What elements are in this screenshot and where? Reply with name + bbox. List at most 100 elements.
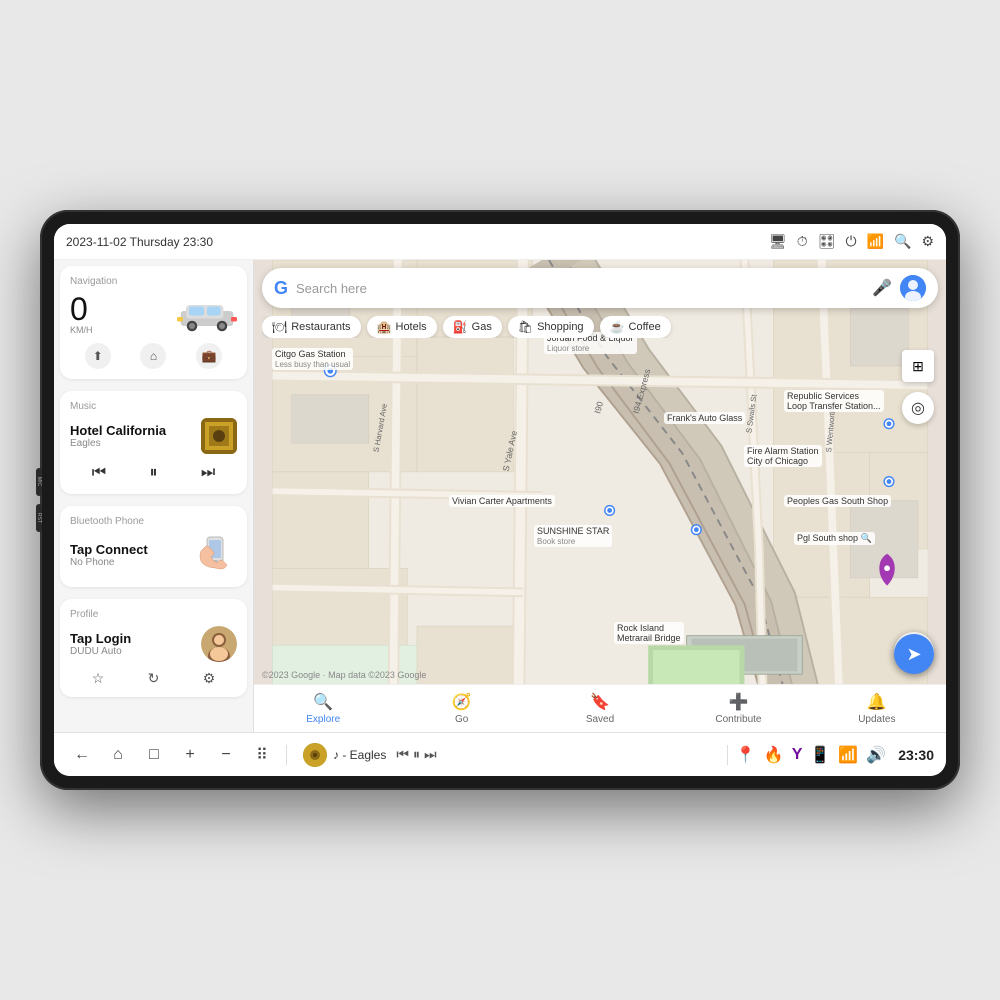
compass[interactable]: ◎ bbox=[902, 392, 934, 424]
prev-button[interactable]: ⏮ bbox=[86, 462, 112, 484]
android-auto-icon[interactable]: 📱 bbox=[810, 745, 830, 765]
star-button[interactable]: ☆ bbox=[92, 670, 105, 687]
taskbar-status: 📍 🔥 Y 📱 📶 🔊 23:30 bbox=[736, 745, 934, 765]
back-icon: ← bbox=[74, 746, 90, 764]
time-icon: ⏱ bbox=[797, 233, 808, 250]
add-button[interactable]: + bbox=[174, 739, 206, 771]
gas-label: Gas bbox=[472, 321, 492, 333]
updates-tab[interactable]: 🔔 Updates bbox=[808, 692, 946, 725]
contribute-tab[interactable]: ➕ Contribute bbox=[669, 692, 807, 725]
music-body: Hotel California Eagles bbox=[70, 418, 237, 454]
speed-display: 0 bbox=[70, 293, 93, 325]
power-icon: ⏻ bbox=[845, 233, 856, 250]
recents-button[interactable]: □ bbox=[138, 739, 170, 771]
separator-2 bbox=[727, 745, 728, 765]
datetime-label: 2023-11-02 Thursday 23:30 bbox=[66, 235, 213, 249]
music-label: Music bbox=[70, 401, 237, 412]
hotels-icon: 🏨 bbox=[377, 320, 392, 334]
bluetooth-subtitle: No Phone bbox=[70, 557, 185, 568]
profile-avatar bbox=[201, 626, 237, 662]
back-button[interactable]: ← bbox=[66, 739, 98, 771]
grid-button[interactable]: ⠿ bbox=[246, 739, 278, 771]
profile-name: Tap Login bbox=[70, 631, 193, 646]
saved-icon: 🔖 bbox=[590, 692, 610, 712]
screen: 2023-11-02 Thursday 23:30 🖥 ⏱ 🎛 ⏻ 📶 🔍 ⚙ … bbox=[54, 224, 946, 776]
next-button[interactable]: ⏭ bbox=[195, 462, 221, 484]
navigate-button[interactable]: ⬆ bbox=[85, 343, 111, 369]
status-bar: 2023-11-02 Thursday 23:30 🖥 ⏱ 🎛 ⏻ 📶 🔍 ⚙ bbox=[54, 224, 946, 260]
coffee-pill[interactable]: ☕ Coffee bbox=[600, 316, 671, 338]
saved-tab[interactable]: 🔖 Saved bbox=[531, 692, 669, 725]
map-searchbar[interactable]: G Search here 🎤 bbox=[262, 268, 938, 308]
car-image bbox=[177, 296, 237, 332]
navigation-icons: ⬆ ⌂ 💼 bbox=[70, 343, 237, 369]
minus-button[interactable]: − bbox=[210, 739, 242, 771]
taskbar-next[interactable]: ⏭ bbox=[424, 746, 437, 763]
work-button[interactable]: 💼 bbox=[196, 343, 222, 369]
go-tab[interactable]: 🧭 Go bbox=[392, 692, 530, 725]
nav-button[interactable]: ➤ bbox=[894, 634, 934, 674]
mic-icon[interactable]: 🎤 bbox=[872, 278, 892, 298]
minus-icon: − bbox=[221, 746, 230, 764]
gear-icon: ⚙ bbox=[921, 233, 934, 250]
navigation-label: Navigation bbox=[70, 276, 237, 287]
profile-label: Profile bbox=[70, 609, 237, 620]
contribute-label: Contribute bbox=[715, 714, 761, 725]
bluetooth-info: Tap Connect No Phone bbox=[70, 542, 185, 568]
layers-button[interactable]: ⊞ bbox=[902, 350, 934, 382]
bluetooth-label: Bluetooth Phone bbox=[70, 516, 237, 527]
restaurants-icon: 🍽 bbox=[272, 320, 287, 334]
settings-button[interactable]: ⚙ bbox=[203, 670, 216, 687]
song-info: Hotel California Eagles bbox=[70, 423, 193, 449]
taskbar-prev[interactable]: ⏮ bbox=[396, 746, 409, 763]
yahoo-icon[interactable]: Y bbox=[792, 746, 803, 764]
taskbar-music: ♪ - Eagles ⏮ ⏸ ⏭ bbox=[295, 743, 719, 767]
go-label: Go bbox=[455, 714, 468, 725]
taskbar: ← ⌂ □ + − ⠿ bbox=[54, 732, 946, 776]
navigation-body: 0 KM/H bbox=[70, 293, 237, 335]
home-button[interactable]: ⌂ bbox=[102, 739, 134, 771]
search-placeholder[interactable]: Search here bbox=[296, 281, 864, 296]
song-title: Hotel California bbox=[70, 423, 193, 438]
left-panel: Navigation 0 KM/H bbox=[54, 260, 254, 732]
side-buttons: MIC RST bbox=[36, 468, 42, 532]
device: MIC RST 2023-11-02 Thursday 23:30 🖥 ⏱ 🎛 … bbox=[40, 210, 960, 790]
song-artist: Eagles bbox=[70, 438, 193, 449]
coffee-label: Coffee bbox=[629, 321, 661, 333]
steering-icon: 🎛 bbox=[818, 233, 836, 250]
home-button[interactable]: ⌂ bbox=[140, 343, 166, 369]
music-card[interactable]: Music Hotel California Eagles bbox=[60, 391, 247, 494]
separator-1 bbox=[286, 745, 287, 765]
taskbar-song: ♪ - Eagles bbox=[333, 748, 386, 762]
taskbar-time: 23:30 bbox=[898, 747, 934, 763]
navigation-card[interactable]: Navigation 0 KM/H bbox=[60, 266, 247, 379]
taskbar-music-controls: ⏮ ⏸ ⏭ bbox=[396, 746, 436, 763]
bluetooth-body: Tap Connect No Phone bbox=[70, 533, 237, 577]
updates-icon: 🔔 bbox=[867, 692, 887, 712]
volume-icon[interactable]: 🔊 bbox=[866, 745, 886, 765]
map-copyright: ©2023 Google · Map data ©2023 Google bbox=[262, 670, 426, 680]
rst-button[interactable]: RST bbox=[36, 504, 42, 532]
profile-actions: ☆ ↻ ⚙ bbox=[70, 670, 237, 687]
gas-pill[interactable]: ⛽ Gas bbox=[443, 316, 502, 338]
map-area[interactable]: S Yale Ave I94 Express I90 S Harvard Ave… bbox=[254, 260, 946, 732]
mic-button[interactable]: MIC bbox=[36, 468, 42, 496]
restaurants-pill[interactable]: 🍽 Restaurants bbox=[262, 316, 361, 338]
shopping-pill[interactable]: 🛍 Shopping bbox=[508, 316, 594, 338]
hotels-pill[interactable]: 🏨 Hotels bbox=[367, 316, 437, 338]
refresh-button[interactable]: ↻ bbox=[148, 670, 160, 687]
contribute-icon: ➕ bbox=[728, 692, 748, 712]
search-icon: 🔍 bbox=[894, 233, 911, 250]
taskbar-play[interactable]: ⏸ bbox=[413, 746, 420, 763]
google-logo: G bbox=[274, 278, 288, 299]
pause-button[interactable]: ⏸ bbox=[143, 462, 163, 484]
music-app-icon[interactable]: 🔥 bbox=[764, 745, 784, 765]
explore-label: Explore bbox=[306, 714, 340, 725]
explore-tab[interactable]: 🔍 Explore bbox=[254, 692, 392, 725]
coffee-icon: ☕ bbox=[610, 320, 625, 334]
bluetooth-card[interactable]: Bluetooth Phone Tap Connect No Phone bbox=[60, 506, 247, 587]
user-avatar[interactable] bbox=[900, 275, 926, 301]
profile-card[interactable]: Profile Tap Login DUDU Auto bbox=[60, 599, 247, 697]
restaurants-label: Restaurants bbox=[291, 321, 350, 333]
profile-body: Tap Login DUDU Auto bbox=[70, 626, 237, 662]
